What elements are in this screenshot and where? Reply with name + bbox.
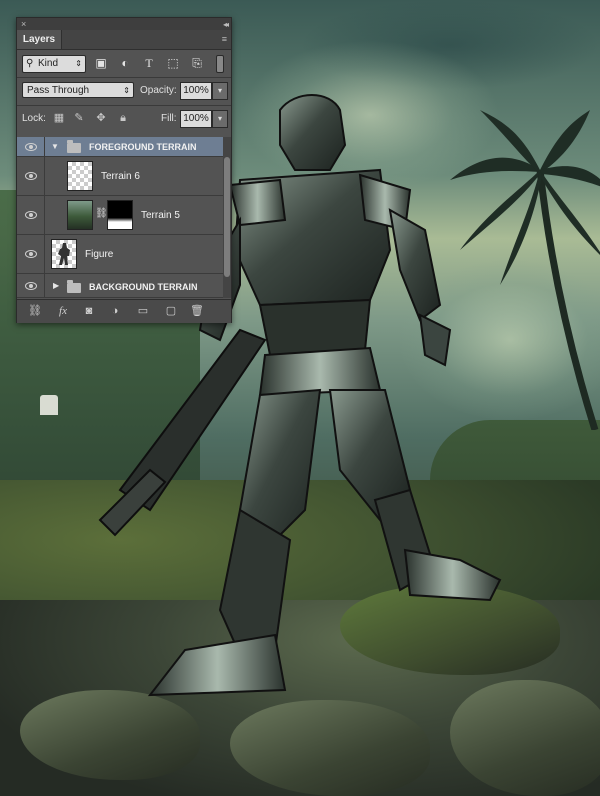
- eye-icon[interactable]: [25, 172, 37, 180]
- distant-house: [40, 395, 58, 415]
- add-mask-icon[interactable]: ◙: [81, 304, 97, 318]
- fill-label: Fill:: [161, 113, 177, 124]
- layer-list-scrollbar[interactable]: [223, 137, 231, 298]
- fill-dropdown-icon[interactable]: ▾: [212, 110, 228, 128]
- filter-row: ⚲ Kind ⇕ ▣ ◐ T ⬚ ⎘: [22, 55, 226, 73]
- lock-all-icon[interactable]: 🔒︎: [116, 111, 130, 125]
- layer-name: BACKGROUND TERRAIN: [89, 282, 198, 292]
- visibility-cell: [17, 235, 45, 273]
- eye-icon[interactable]: [25, 211, 37, 219]
- layer-row-terrain-5[interactable]: ⛓︎ Terrain 5: [17, 196, 223, 235]
- filter-kind-label: Kind: [38, 58, 59, 69]
- opacity-field[interactable]: 100%: [180, 82, 212, 100]
- delete-layer-icon[interactable]: 🗑︎: [189, 304, 205, 318]
- folder-icon: [67, 140, 81, 153]
- close-panel-icon[interactable]: ×: [21, 18, 26, 30]
- layer-name: Figure: [85, 249, 114, 260]
- scrollbar-thumb[interactable]: [224, 157, 230, 277]
- eye-icon[interactable]: [25, 282, 37, 290]
- layer-name: Terrain 6: [101, 171, 140, 182]
- layer-name: Terrain 5: [141, 210, 180, 221]
- mask-link-icon[interactable]: ⛓︎: [95, 208, 108, 219]
- filter-kind-select[interactable]: ⚲ Kind ⇕: [22, 55, 86, 73]
- shape-filter-icon[interactable]: ⬚: [166, 56, 180, 70]
- layer-row-figure[interactable]: Figure: [17, 235, 223, 274]
- layer-row-terrain-6[interactable]: Terrain 6: [17, 157, 223, 196]
- visibility-cell: [17, 196, 45, 234]
- panel-tab-row: Layers ≡: [17, 30, 231, 50]
- tab-layers[interactable]: Layers: [17, 30, 62, 49]
- new-group-icon[interactable]: ▭: [135, 304, 151, 318]
- image-filter-icon[interactable]: ▣: [94, 56, 108, 70]
- lock-label: Lock:: [22, 113, 46, 124]
- layer-row-foreground-terrain[interactable]: ▼ FOREGROUND TERRAIN: [17, 137, 223, 157]
- chevron-updown-icon: ⇕: [123, 86, 130, 95]
- folder-icon: [67, 280, 81, 293]
- layer-name: FOREGROUND TERRAIN: [89, 142, 197, 152]
- layer-thumbnail: [67, 161, 93, 191]
- chevron-updown-icon: ⇕: [75, 59, 82, 68]
- type-filter-icon[interactable]: T: [142, 56, 156, 70]
- disclosure-open-icon[interactable]: ▼: [51, 142, 59, 151]
- visibility-cell: [17, 137, 45, 156]
- lock-position-icon[interactable]: ✥: [94, 111, 108, 125]
- lock-image-pixels-icon[interactable]: ✎: [72, 111, 86, 125]
- new-layer-icon[interactable]: ▢: [163, 304, 179, 318]
- visibility-cell: [17, 157, 45, 195]
- layer-row-background-terrain[interactable]: ▶ BACKGROUND TERRAIN: [17, 274, 223, 298]
- fill-field[interactable]: 100%: [180, 110, 212, 128]
- disclosure-closed-icon[interactable]: ▶: [53, 281, 59, 290]
- opacity-dropdown-icon[interactable]: ▾: [212, 82, 228, 100]
- visibility-cell: [17, 274, 45, 297]
- panel-bottom-toolbar: ⛓︎ fx ◙ ◑ ▭ ▢ 🗑︎: [17, 299, 231, 323]
- link-layers-icon[interactable]: ⛓︎: [27, 304, 43, 318]
- new-adjustment-icon[interactable]: ◑: [107, 304, 123, 318]
- layer-thumbnail: [67, 200, 93, 230]
- divider: [17, 77, 231, 78]
- blend-mode-value: Pass Through: [27, 85, 90, 96]
- eye-icon[interactable]: [25, 143, 37, 151]
- divider: [17, 105, 231, 106]
- panel-title-bar: × ◂◂: [17, 18, 231, 30]
- lock-row: Lock: ▦ ✎ ✥ 🔒︎ Fill: 100% ▾: [22, 110, 228, 128]
- search-icon: ⚲: [26, 58, 34, 69]
- filter-toggle[interactable]: [216, 55, 224, 73]
- blend-row: Pass Through ⇕ Opacity: 100% ▾: [22, 82, 228, 100]
- panel-menu-icon[interactable]: ≡: [222, 34, 227, 44]
- collapse-panel-icon[interactable]: ◂◂: [223, 20, 229, 29]
- fx-icon[interactable]: fx: [55, 304, 71, 318]
- layer-mask-thumbnail[interactable]: [107, 200, 133, 230]
- eye-icon[interactable]: [25, 250, 37, 258]
- filter-icons: ▣ ◐ T ⬚ ⎘: [92, 55, 224, 73]
- lock-transparent-pixels-icon[interactable]: ▦: [52, 111, 66, 125]
- figure-silhouette-icon: [58, 243, 70, 265]
- layer-list: ▼ FOREGROUND TERRAIN Terrain 6 ⛓︎ Terrai…: [17, 137, 223, 298]
- adjustment-filter-icon[interactable]: ◐: [118, 56, 132, 70]
- blend-mode-select[interactable]: Pass Through ⇕: [22, 82, 134, 98]
- layers-panel: × ◂◂ Layers ≡ ⚲ Kind ⇕ ▣ ◐ T ⬚ ⎘ Pass Th…: [16, 17, 232, 323]
- opacity-label: Opacity:: [140, 85, 177, 96]
- layer-thumbnail: [51, 239, 77, 269]
- smart-object-filter-icon[interactable]: ⎘: [190, 56, 204, 70]
